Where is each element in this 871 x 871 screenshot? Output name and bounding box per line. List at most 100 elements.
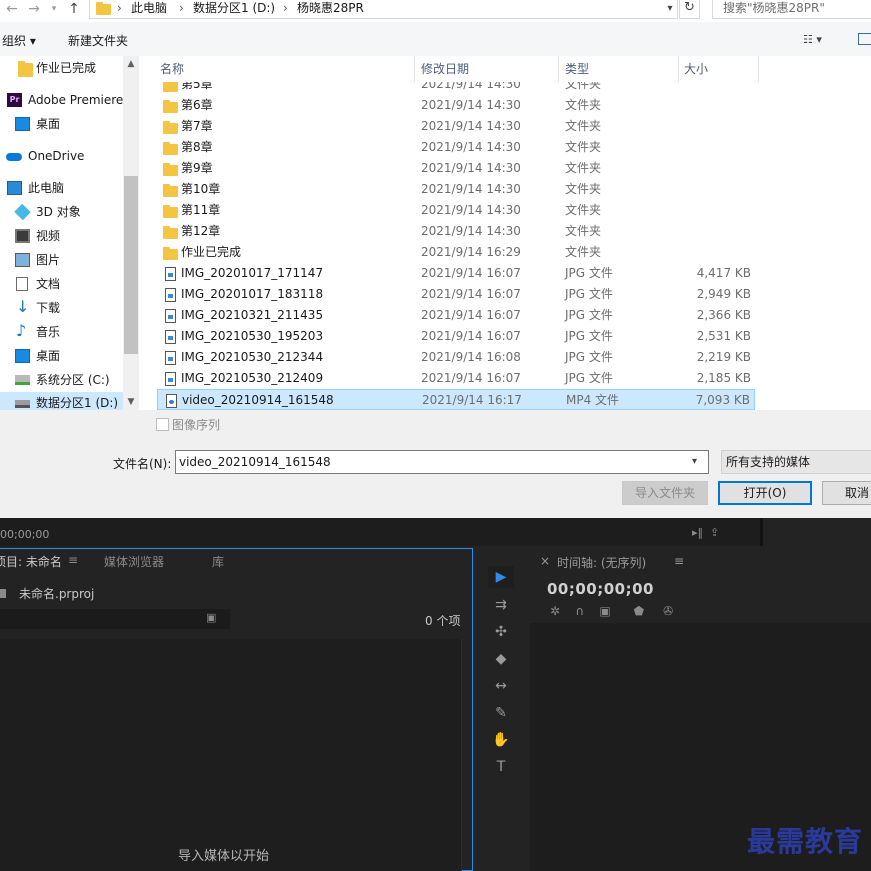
- folder-icon: [163, 163, 178, 176]
- table-row[interactable]: IMG_20210530_212409 2021/9/14 16:07 JPG 文件…: [157, 368, 755, 389]
- tab-media-browser[interactable]: 媒体浏览器: [104, 553, 164, 570]
- breadcrumb-separator-icon[interactable]: ›: [283, 0, 288, 17]
- project-search-input[interactable]: [0, 609, 230, 629]
- breadcrumb-separator-icon[interactable]: ›: [179, 0, 184, 17]
- table-row[interactable]: IMG_20201017_183118 2021/9/14 16:07 JPG 文件…: [157, 284, 755, 305]
- back-arrow-icon[interactable]: ←: [2, 1, 22, 19]
- pen-tool-icon[interactable]: ✎: [488, 702, 514, 724]
- timeline-timecode[interactable]: 00;00;00;00: [547, 580, 654, 598]
- export-frame-icon[interactable]: ▸‖ ⇪: [692, 526, 719, 539]
- slip-tool-icon[interactable]: ↔: [488, 675, 514, 697]
- import-folder-button[interactable]: 导入文件夹: [622, 481, 708, 505]
- panel-divider[interactable]: [760, 518, 763, 546]
- table-row[interactable]: 第8章 2021/9/14 14:30 文件夹: [157, 137, 755, 158]
- image-sequence-checkbox[interactable]: [156, 418, 169, 431]
- table-row[interactable]: 第5章 2021/9/14 14:30 文件夹: [157, 82, 755, 95]
- recent-locations-chevron-icon[interactable]: ▾: [44, 1, 64, 19]
- column-header-date[interactable]: 修改日期: [421, 56, 469, 82]
- table-row[interactable]: IMG_20201017_171147 2021/9/14 16:07 JPG 文件…: [157, 263, 755, 284]
- nav-item-onedrive[interactable]: OneDrive: [0, 145, 124, 167]
- file-type-filter-select[interactable]: 所有支持的媒体: [721, 450, 871, 474]
- nav-item-this-pc[interactable]: 此电脑: [0, 177, 124, 199]
- up-arrow-icon[interactable]: ↑: [64, 1, 84, 19]
- close-panel-icon[interactable]: ×: [540, 554, 550, 568]
- track-select-tool-icon[interactable]: ⇉: [488, 594, 514, 616]
- table-row[interactable]: 第12章 2021/9/14 14:30 文件夹: [157, 221, 755, 242]
- marker-icon[interactable]: ⬟: [634, 604, 644, 618]
- column-divider[interactable]: [414, 56, 415, 82]
- table-row[interactable]: 第11章 2021/9/14 14:30 文件夹: [157, 200, 755, 221]
- table-row[interactable]: 第6章 2021/9/14 14:30 文件夹: [157, 95, 755, 116]
- new-bin-icon[interactable]: ▣: [206, 611, 216, 624]
- new-folder-button[interactable]: 新建文件夹: [68, 32, 128, 49]
- breadcrumb-separator-icon[interactable]: ›: [117, 0, 122, 17]
- file-name: 第8章: [181, 140, 213, 154]
- nav-item-3d-objects[interactable]: 3D 对象: [0, 201, 124, 223]
- snap-icon[interactable]: ✲: [550, 604, 560, 618]
- tab-library[interactable]: 库: [212, 553, 224, 570]
- column-divider[interactable]: [678, 56, 679, 82]
- navigation-scrollbar[interactable]: ▲ ▼: [123, 56, 139, 410]
- table-row[interactable]: IMG_20210530_212344 2021/9/14 16:08 JPG 文件…: [157, 347, 755, 368]
- source-timecode[interactable]: 00;00;00: [0, 528, 49, 541]
- nav-item-pictures[interactable]: 图片: [0, 249, 124, 271]
- open-button[interactable]: 打开(O): [718, 481, 812, 505]
- panel-menu-icon[interactable]: ≡: [674, 554, 684, 568]
- nav-item-downloads[interactable]: ↓ 下载: [0, 297, 124, 319]
- type-tool-icon[interactable]: T: [488, 756, 514, 778]
- nav-item-drive-d[interactable]: 数据分区1 (D:): [0, 392, 124, 410]
- table-row[interactable]: 作业已完成 2021/9/14 16:29 文件夹: [157, 242, 755, 263]
- import-media-hint[interactable]: 导入媒体以开始: [178, 845, 269, 864]
- selection-tool-icon[interactable]: ▶: [488, 566, 514, 588]
- hand-tool-icon[interactable]: ✋: [488, 729, 514, 751]
- tab-project[interactable]: 项目: 未命名: [0, 553, 62, 570]
- column-divider[interactable]: [558, 56, 559, 82]
- scroll-down-icon[interactable]: ▼: [123, 394, 139, 410]
- video-file-icon: [166, 394, 177, 408]
- timeline-title[interactable]: 时间轴: (无序列): [557, 554, 646, 571]
- nav-item-documents[interactable]: 文档: [0, 273, 124, 295]
- organize-menu[interactable]: 组织 ▾: [2, 32, 36, 49]
- preview-pane-icon[interactable]: [858, 33, 871, 45]
- forward-arrow-icon[interactable]: →: [24, 1, 44, 19]
- column-header-type[interactable]: 类型: [565, 56, 589, 82]
- nav-item-adobe-premiere[interactable]: Pr Adobe Premiere: [0, 89, 124, 111]
- column-divider[interactable]: [758, 56, 759, 82]
- nav-item-quick-access-folder[interactable]: 作业已完成: [0, 57, 124, 79]
- panel-menu-icon[interactable]: ≡: [68, 553, 78, 567]
- table-row[interactable]: 第9章 2021/9/14 14:30 文件夹: [157, 158, 755, 179]
- filename-history-chevron-icon[interactable]: ▾: [692, 456, 697, 467]
- filename-input[interactable]: video_20210914_161548: [175, 450, 709, 474]
- table-row[interactable]: video_20210914_161548 2021/9/14 16:17 MP4 …: [157, 389, 755, 410]
- breadcrumb-current-folder[interactable]: 杨晓惠28PR: [297, 0, 364, 17]
- folder-icon: [163, 247, 178, 260]
- refresh-icon[interactable]: ↻: [679, 0, 700, 19]
- table-row[interactable]: 第10章 2021/9/14 14:30 文件夹: [157, 179, 755, 200]
- nav-item-desktop-2[interactable]: 桌面: [0, 345, 124, 367]
- column-header-name[interactable]: 名称: [160, 56, 184, 82]
- breadcrumb-this-pc[interactable]: 此电脑: [131, 0, 167, 17]
- table-row[interactable]: IMG_20210530_195203 2021/9/14 16:07 JPG 文件…: [157, 326, 755, 347]
- linked-selection-icon[interactable]: ∩: [575, 604, 584, 618]
- nav-item-desktop[interactable]: 桌面: [0, 113, 124, 135]
- project-bin-area[interactable]: 导入媒体以开始: [0, 639, 462, 871]
- column-header-size[interactable]: 大小: [684, 56, 708, 82]
- change-view-icon[interactable]: ☷ ▾: [803, 33, 843, 47]
- address-history-chevron-icon[interactable]: ▾: [662, 0, 678, 18]
- table-row[interactable]: 第7章 2021/9/14 14:30 文件夹: [157, 116, 755, 137]
- search-input[interactable]: 搜索"杨晓惠28PR": [712, 0, 871, 19]
- nav-item-videos[interactable]: 视频: [0, 225, 124, 247]
- file-date: 2021/9/14 16:07: [421, 329, 521, 343]
- wrench-settings-icon[interactable]: ✇: [663, 604, 673, 618]
- ripple-edit-tool-icon[interactable]: ✣: [488, 621, 514, 643]
- razor-tool-icon[interactable]: ◆: [488, 648, 514, 670]
- nav-item-drive-c[interactable]: 系统分区 (C:): [0, 369, 124, 391]
- scrollbar-thumb[interactable]: [124, 176, 138, 354]
- address-bar[interactable]: › 此电脑 › 数据分区1 (D:) › 杨晓惠28PR ▾: [89, 0, 678, 19]
- table-row[interactable]: IMG_20210321_211435 2021/9/14 16:07 JPG 文件…: [157, 305, 755, 326]
- cancel-button[interactable]: 取消: [822, 481, 871, 505]
- add-marker-icon[interactable]: ▣: [599, 604, 610, 618]
- scroll-up-icon[interactable]: ▲: [123, 56, 139, 72]
- nav-item-music[interactable]: ♪ 音乐: [0, 321, 124, 343]
- breadcrumb-drive-d[interactable]: 数据分区1 (D:): [193, 0, 275, 17]
